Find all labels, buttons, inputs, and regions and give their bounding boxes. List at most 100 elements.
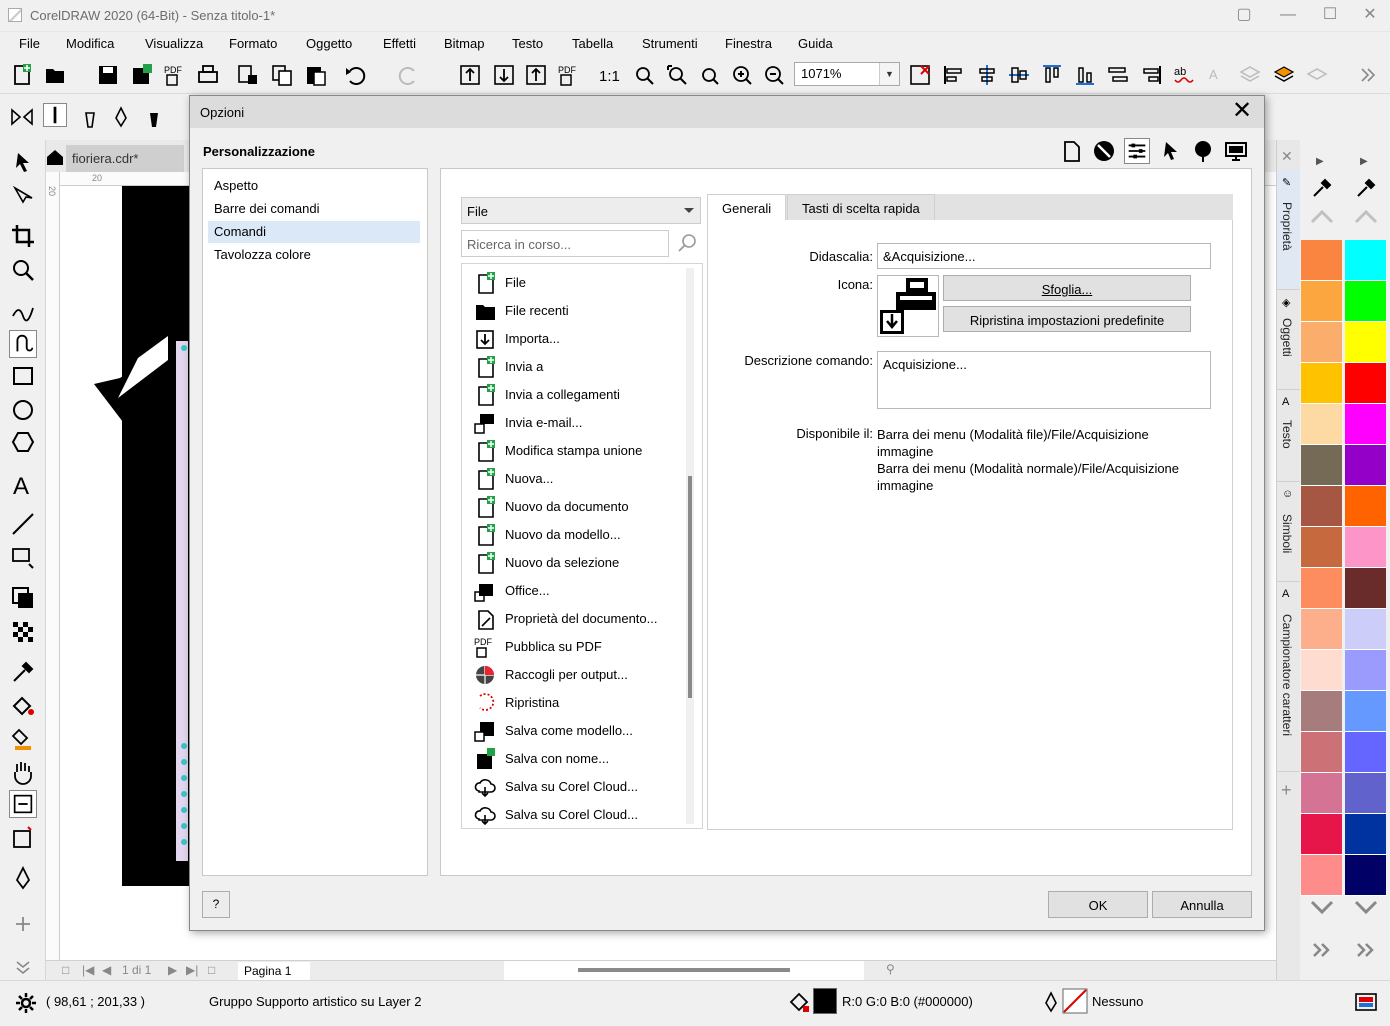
shape-tool-icon[interactable] <box>9 182 37 210</box>
document-tab[interactable]: fioriera.cdr* <box>66 145 184 172</box>
palette-left-swatch[interactable] <box>1301 691 1342 732</box>
tools-options-icon[interactable] <box>1091 138 1117 164</box>
pointer-options-icon[interactable] <box>1158 138 1184 164</box>
open-icon[interactable] <box>44 63 68 87</box>
palette-up-right-icon[interactable] <box>1352 206 1380 226</box>
page-layout-tool-icon[interactable] <box>9 790 37 818</box>
pen-nib-icon[interactable] <box>109 105 133 129</box>
connector-tool-icon[interactable] <box>9 544 37 572</box>
menu-visualizza[interactable]: Visualizza <box>145 36 203 51</box>
palette-right-swatch[interactable] <box>1345 855 1386 896</box>
menu-modifica[interactable]: Modifica <box>66 36 114 51</box>
pan-tool-icon[interactable] <box>9 758 37 786</box>
objects-icon[interactable] <box>1272 63 1296 87</box>
command-list-scrollbar[interactable] <box>686 268 694 824</box>
command-list-item[interactable]: Office... <box>474 576 684 604</box>
command-list-item[interactable]: Raccogli per output... <box>474 660 684 688</box>
command-list-item[interactable]: Nuovo da documento <box>474 492 684 520</box>
command-list-item[interactable]: Invia a collegamenti <box>474 380 684 408</box>
smart-fill-tool-icon[interactable] <box>9 726 37 754</box>
command-list-item[interactable]: Nuovo da selezione <box>474 548 684 576</box>
export-for-icon[interactable] <box>524 63 548 87</box>
add-page-end-icon[interactable]: □ <box>208 963 215 977</box>
align-left-icon[interactable] <box>942 63 966 87</box>
balloon-options-icon[interactable] <box>1190 138 1216 164</box>
toolbox-overflow-icon[interactable] <box>9 952 37 980</box>
no-outline-swatch[interactable] <box>1062 988 1088 1014</box>
menu-file[interactable]: File <box>19 36 40 51</box>
palette-down-left-icon[interactable] <box>1308 898 1336 918</box>
pick-tool-icon[interactable] <box>9 148 37 176</box>
palette-left-swatch[interactable] <box>1301 773 1342 814</box>
menu-formato[interactable]: Formato <box>229 36 277 51</box>
palette-right-swatch[interactable] <box>1345 650 1386 691</box>
vertical-ruler[interactable]: 20 <box>46 172 60 962</box>
palette-right-swatch[interactable] <box>1345 609 1386 650</box>
palette-up-left-icon[interactable] <box>1308 206 1336 226</box>
document-options-icon[interactable] <box>1058 138 1084 164</box>
layers-icon[interactable] <box>1238 63 1262 87</box>
first-page-icon[interactable]: |◀ <box>82 963 94 977</box>
redo-icon[interactable] <box>396 63 420 87</box>
palette-left-swatch[interactable] <box>1301 814 1342 855</box>
command-list-item[interactable]: Nuova... <box>474 464 684 492</box>
palette-left-swatch[interactable] <box>1301 486 1342 527</box>
palette-left-swatch[interactable] <box>1301 281 1342 322</box>
palette-left-swatch[interactable] <box>1301 609 1342 650</box>
palette-left-swatch[interactable] <box>1301 527 1342 568</box>
palette-right-swatch[interactable] <box>1345 486 1386 527</box>
palette-left-swatch[interactable] <box>1301 363 1342 404</box>
freehand-tool-icon[interactable] <box>9 296 37 324</box>
zoom-page-icon[interactable] <box>697 63 721 87</box>
paste-icon[interactable] <box>304 63 328 87</box>
menu-guida[interactable]: Guida <box>798 36 833 51</box>
palette-left-swatch[interactable] <box>1301 732 1342 773</box>
tree-item-tavolozza-colore[interactable]: Tavolozza colore <box>208 244 420 266</box>
palette-expand-right-icon[interactable] <box>1352 940 1380 960</box>
palette-down-right-icon[interactable] <box>1352 898 1380 918</box>
zoom-in-icon[interactable] <box>730 63 754 87</box>
palette-eyedropper-left-icon[interactable] <box>1310 176 1334 200</box>
menu-tabella[interactable]: Tabella <box>572 36 613 51</box>
tree-item-comandi[interactable]: Comandi <box>208 221 420 243</box>
palette-right-swatch[interactable] <box>1345 732 1386 773</box>
command-list-item[interactable]: Modifica stampa unione <box>474 436 684 464</box>
palette-left-swatch[interactable] <box>1301 240 1342 281</box>
page-tool-icon[interactable] <box>9 824 37 852</box>
horizontal-scrollbar[interactable] <box>504 961 864 980</box>
add-docker-icon[interactable]: + <box>1281 780 1292 801</box>
palette-right-swatch[interactable] <box>1345 404 1386 445</box>
command-list-scroll-thumb[interactable] <box>688 476 692 698</box>
undo-icon[interactable] <box>344 63 368 87</box>
import-icon[interactable] <box>458 63 482 87</box>
palette-left-swatch[interactable] <box>1301 445 1342 486</box>
copy-icon[interactable] <box>270 63 294 87</box>
palette-left-swatch[interactable] <box>1301 404 1342 445</box>
zoom-tool-icon[interactable] <box>9 256 37 284</box>
fill-color-swatch[interactable] <box>813 988 837 1014</box>
next-page-icon[interactable]: ▶ <box>168 963 177 977</box>
palette-expand-left-icon[interactable] <box>1308 940 1336 960</box>
export-pdf-icon[interactable]: PDF <box>557 63 581 87</box>
user-icon[interactable]: ▢ <box>1224 2 1264 28</box>
palette-right-swatch[interactable] <box>1345 363 1386 404</box>
align-top-icon[interactable] <box>1040 63 1064 87</box>
close-docker-icon[interactable]: ✕ <box>1281 148 1293 165</box>
navigator-zoom-icon[interactable]: ⚲ <box>886 962 895 976</box>
global-options-icon[interactable] <box>1223 138 1249 164</box>
page-tab[interactable]: Pagina 1 <box>238 962 310 980</box>
command-list-item[interactable]: Salva su Corel Cloud... <box>474 772 684 800</box>
brush-icon[interactable] <box>78 105 102 129</box>
tab-tasti-scelta-rapida[interactable]: Tasti di scelta rapida <box>787 194 935 220</box>
customization-options-icon[interactable] <box>1124 138 1150 164</box>
artistic-media-tool-icon[interactable] <box>9 330 37 358</box>
eyedropper-tool-icon[interactable] <box>9 658 37 686</box>
command-list-item[interactable]: Proprietà del documento... <box>474 604 684 632</box>
sprayer-icon[interactable] <box>142 105 166 129</box>
command-list-item[interactable]: Nuovo da modello... <box>474 520 684 548</box>
align-center-icon[interactable] <box>975 63 999 87</box>
menu-strumenti[interactable]: Strumenti <box>642 36 698 51</box>
menu-effetti[interactable]: Effetti <box>383 36 416 51</box>
zoom-selected-icon[interactable] <box>632 63 656 87</box>
parallel-dimension-tool-icon[interactable] <box>9 510 37 538</box>
